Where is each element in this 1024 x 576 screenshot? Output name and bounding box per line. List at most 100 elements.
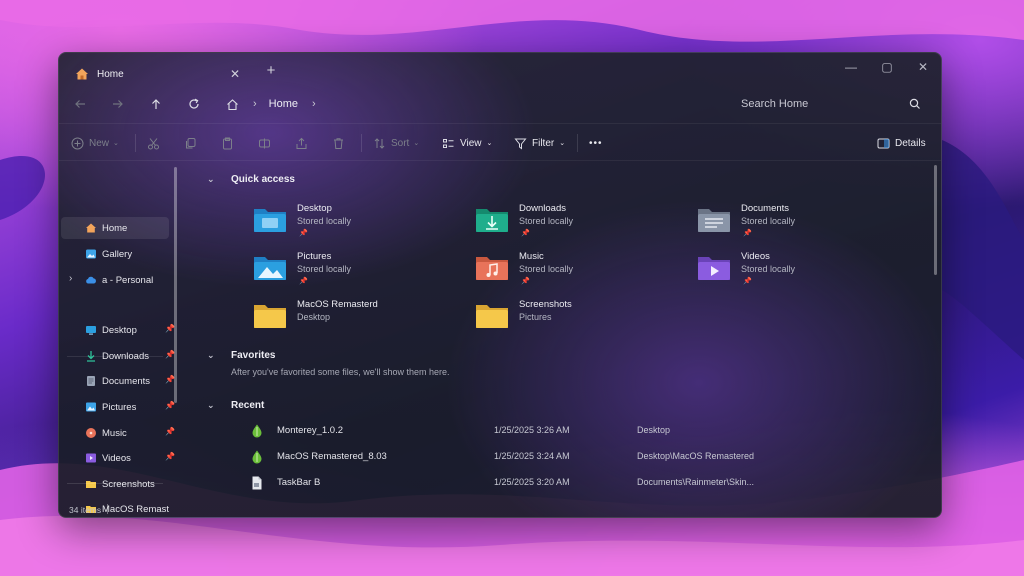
forward-button[interactable] (105, 91, 131, 117)
favorites-header[interactable]: ⌄ Favorites (207, 345, 275, 365)
breadcrumb-separator: › (253, 98, 257, 110)
file-date: 1/25/2025 3:24 AM (494, 451, 570, 461)
quick-access-header[interactable]: ⌄ Quick access (207, 169, 295, 189)
tab-home[interactable]: Home ✕ (67, 59, 253, 89)
music-folder-icon (476, 257, 508, 280)
filter-label: Filter (532, 137, 555, 149)
divider (361, 134, 362, 152)
quick-access-screenshots[interactable]: Screenshots Pictures (475, 299, 685, 343)
share-button[interactable] (295, 132, 313, 154)
chevron-down-icon: ⌄ (559, 140, 566, 147)
sidebar-item-videos[interactable]: Videos 📌 (61, 447, 175, 469)
folder-icon (86, 481, 96, 488)
quick-access-documents[interactable]: Documents Stored locally 📌 (697, 203, 907, 247)
filter-button[interactable]: Filter ⌄ (514, 132, 565, 154)
home-outline-icon (226, 98, 238, 110)
sidebar-item-screenshots[interactable]: Screenshots (61, 473, 169, 495)
search-input[interactable]: Search Home (741, 98, 808, 110)
details-button[interactable]: Details (877, 132, 926, 154)
up-button[interactable] (143, 91, 169, 117)
folder-name: Documents (741, 203, 790, 214)
title-bar: Home ✕ + — ▢ ✕ (59, 53, 941, 89)
sidebar-item-desktop[interactable]: Desktop 📌 (61, 319, 175, 341)
folder-name: Music (519, 251, 544, 262)
search-box[interactable]: Search Home (725, 91, 931, 117)
quick-access-pictures[interactable]: Pictures Stored locally 📌 (253, 251, 463, 295)
cut-button[interactable] (147, 132, 165, 154)
status-bar: 34 items (59, 501, 941, 517)
sidebar-label: Gallery (102, 248, 133, 260)
home-icon (76, 68, 88, 80)
paste-button[interactable] (221, 132, 239, 154)
plus-circle-icon (71, 137, 84, 149)
rainmeter-skin-icon (252, 424, 262, 438)
minimize-button[interactable]: — (833, 55, 869, 79)
file-name: Monterey_1.0.2 (277, 425, 344, 436)
new-tab-button[interactable]: + (263, 63, 279, 79)
recent-header[interactable]: ⌄ Recent (207, 395, 264, 415)
folder-icon (254, 305, 286, 328)
file-explorer-window: Home ✕ + — ▢ ✕ › Home › Search Home New … (58, 52, 942, 518)
chevron-down-icon: ⌄ (207, 349, 215, 360)
quick-access-macos-remasterd[interactable]: MacOS Remasterd Desktop (253, 299, 463, 343)
quick-access-downloads[interactable]: Downloads Stored locally 📌 (475, 203, 685, 247)
chevron-down-icon: ⌄ (413, 140, 420, 147)
recent-row[interactable]: TaskBar B 1/25/2025 3:20 AM Documents\Ra… (239, 471, 839, 495)
quick-access-music[interactable]: Music Stored locally 📌 (475, 251, 685, 295)
close-tab-icon[interactable]: ✕ (227, 66, 243, 82)
delete-button[interactable] (332, 132, 350, 154)
section-title: Quick access (231, 173, 295, 185)
pin-icon: 📌 (165, 427, 175, 436)
folder-location: Desktop (297, 312, 331, 322)
sort-icon (374, 137, 385, 149)
recent-row[interactable]: Monterey_1.0.2 1/25/2025 3:26 AM Desktop (239, 419, 839, 443)
view-button[interactable]: View ⌄ (442, 132, 492, 154)
sidebar-item-pictures[interactable]: Pictures 📌 (61, 396, 175, 418)
rename-button[interactable] (258, 132, 276, 154)
view-icon (443, 138, 454, 148)
pin-icon: 📌 (521, 278, 530, 285)
folder-icon (476, 305, 508, 328)
sidebar-item-personal[interactable]: › a - Personal (61, 269, 169, 291)
sidebar-item-gallery[interactable]: Gallery (61, 243, 169, 265)
sidebar-label: Videos (102, 452, 131, 464)
sidebar-item-home[interactable]: Home (61, 217, 169, 239)
pin-icon: 📌 (299, 230, 308, 237)
home-nav-button[interactable] (219, 91, 245, 117)
chevron-down-icon: ⌄ (207, 173, 215, 184)
new-button[interactable]: New ⌄ (71, 132, 119, 154)
sidebar-scrollbar[interactable] (174, 167, 177, 403)
recent-row[interactable]: MacOS Remastered_8.03 1/25/2025 3:24 AM … (239, 445, 839, 469)
sidebar-item-downloads[interactable]: Downloads 📌 (61, 345, 175, 367)
back-button[interactable] (67, 91, 93, 117)
cut-icon (148, 137, 159, 149)
quick-access-desktop[interactable]: Desktop Stored locally 📌 (253, 203, 463, 247)
more-options-button[interactable]: ••• (589, 132, 603, 154)
breadcrumb[interactable]: › Home › (253, 91, 316, 117)
home-icon (86, 223, 96, 233)
file-location: Desktop (637, 425, 671, 435)
sort-button[interactable]: Sort ⌄ (373, 132, 419, 154)
file-location: Desktop\MacOS Remastered (637, 451, 755, 461)
section-title: Recent (231, 399, 265, 411)
close-window-button[interactable]: ✕ (905, 55, 941, 79)
file-name: MacOS Remastered_8.03 (277, 451, 387, 462)
content-scrollbar[interactable] (934, 165, 937, 275)
copy-button[interactable] (184, 132, 202, 154)
folder-location: Pictures (519, 312, 552, 322)
folder-location: Stored locally (741, 216, 796, 226)
quick-access-videos[interactable]: Videos Stored locally 📌 (697, 251, 907, 295)
sidebar-label: Downloads (102, 350, 149, 362)
music-icon (86, 428, 96, 438)
folder-name: Downloads (519, 203, 566, 214)
download-icon (87, 351, 95, 362)
breadcrumb-home[interactable]: Home (269, 98, 298, 110)
downloads-folder-icon (476, 209, 508, 232)
sidebar-item-documents[interactable]: Documents 📌 (61, 370, 175, 392)
refresh-button[interactable] (181, 91, 207, 117)
divider (135, 134, 136, 152)
folder-name: MacOS Remasterd (297, 299, 378, 310)
maximize-button[interactable]: ▢ (869, 55, 905, 79)
sidebar-item-music[interactable]: Music 📌 (61, 422, 175, 444)
new-label: New (89, 137, 110, 149)
